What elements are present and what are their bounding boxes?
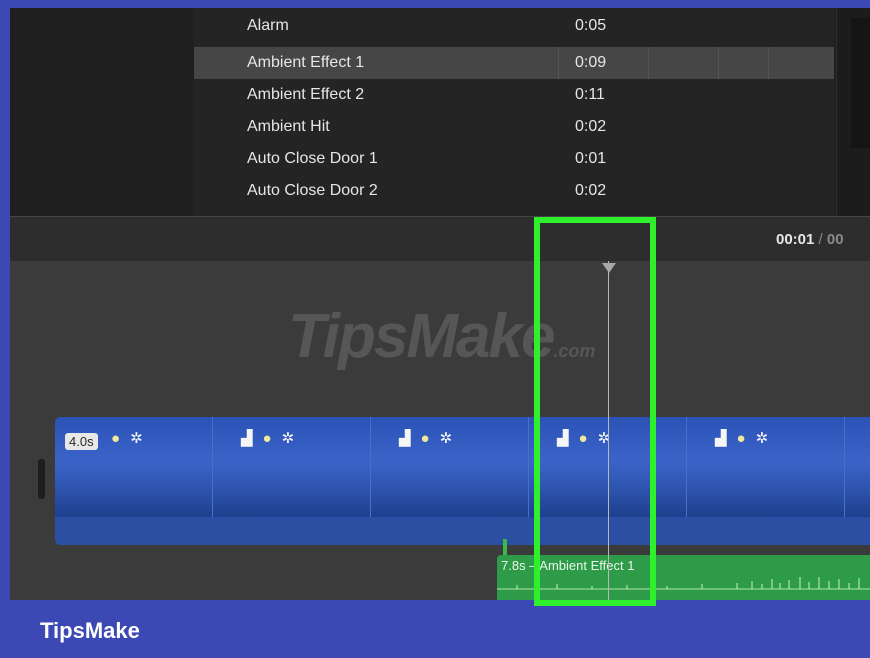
- sound-name: Auto Close Door 2: [247, 182, 378, 199]
- lightbulb-icon: ●: [111, 430, 131, 447]
- lightbulb-icon: ●: [262, 430, 282, 447]
- column-divider: [648, 47, 649, 79]
- thumbnail-icons: ▟●✲: [715, 429, 778, 447]
- clip-filmstrip: ●✲ ▟●✲ ▟●✲ ▟●✲ ▟●✲: [55, 417, 870, 517]
- clip-thumbnail: [845, 417, 870, 517]
- project-timeline[interactable]: TipsMake.com ●✲ ▟●✲ ▟●✲ ▟●✲ ▟●✲: [10, 261, 870, 600]
- imovie-window: Alarm 0:05 Ambient Effect 1 0:09 Ambient…: [10, 8, 870, 600]
- timeline-drag-handle[interactable]: [38, 459, 45, 499]
- list-item-ambient-hit[interactable]: Ambient Hit 0:02: [194, 111, 834, 143]
- sound-effects-list: Alarm 0:05 Ambient Effect 1 0:09 Ambient…: [194, 8, 834, 216]
- list-item-auto-close-door-2[interactable]: Auto Close Door 2 0:02: [194, 175, 834, 207]
- sound-duration: 0:05: [575, 17, 607, 34]
- clip-thumbnail: ▟●✲: [371, 417, 529, 517]
- sound-name: Ambient Effect 1: [247, 54, 365, 71]
- sound-duration: 0:02: [575, 182, 607, 199]
- sound-effects-browser: Alarm 0:05 Ambient Effect 1 0:09 Ambient…: [10, 8, 870, 216]
- star-figure-icon: ✲: [281, 430, 305, 447]
- total-time: 00: [826, 231, 844, 248]
- time-separator: /: [818, 231, 823, 248]
- timecode-display: 00:01 / 00: [776, 231, 844, 248]
- column-divider: [768, 47, 769, 79]
- clip-thumbnail: ●✲: [55, 417, 213, 517]
- brand-footer-logo: TipsMake: [40, 618, 140, 643]
- sound-name: Auto Close Door 1: [247, 150, 378, 167]
- sound-duration: 0:11: [575, 86, 605, 103]
- star-figure-icon: ✲: [439, 430, 463, 447]
- thumbnail-icons: ●✲: [111, 429, 153, 447]
- clip-thumbnail: ▟●✲: [213, 417, 371, 517]
- clip-duration-badge: 4.0s: [65, 433, 98, 450]
- column-divider: [558, 47, 559, 79]
- viewer-preview: [851, 18, 870, 148]
- highlight-box: [534, 217, 656, 606]
- timeline-toolbar: 00:01 / 00: [10, 216, 870, 262]
- list-item-ambient-effect-2[interactable]: Ambient Effect 2 0:11: [194, 79, 834, 111]
- clip-thumbnail: ▟●✲: [687, 417, 845, 517]
- list-item-alarm[interactable]: Alarm 0:05: [194, 10, 834, 42]
- lightbulb-icon: ●: [420, 430, 440, 447]
- clip-audio-strip: [55, 517, 870, 545]
- list-item-ambient-effect-1[interactable]: Ambient Effect 1 0:09: [194, 47, 834, 79]
- list-item-auto-close-door-1[interactable]: Auto Close Door 1 0:01: [194, 143, 834, 175]
- monitor-icon: ▟: [715, 430, 737, 447]
- monitor-icon: ▟: [399, 430, 421, 447]
- monitor-icon: ▟: [241, 430, 263, 447]
- viewer-panel-edge: [836, 8, 870, 216]
- lightbulb-icon: ●: [736, 430, 756, 447]
- thumbnail-icons: ▟●✲: [241, 429, 304, 447]
- thumbnail-icons: ▟●✲: [399, 429, 462, 447]
- current-time: 00:01: [776, 231, 815, 248]
- star-figure-icon: ✲: [130, 430, 153, 447]
- sound-duration: 0:02: [575, 118, 607, 135]
- audio-attach-marker: [503, 539, 507, 555]
- star-figure-icon: ✲: [755, 430, 779, 447]
- sound-name: Alarm: [247, 17, 289, 34]
- sound-name: Ambient Effect 2: [247, 86, 365, 103]
- column-divider: [718, 47, 719, 79]
- sound-duration: 0:09: [575, 54, 607, 71]
- video-clip[interactable]: ●✲ ▟●✲ ▟●✲ ▟●✲ ▟●✲ 4.0s: [55, 417, 870, 545]
- sound-name: Ambient Hit: [247, 118, 330, 135]
- sound-duration: 0:01: [575, 150, 607, 167]
